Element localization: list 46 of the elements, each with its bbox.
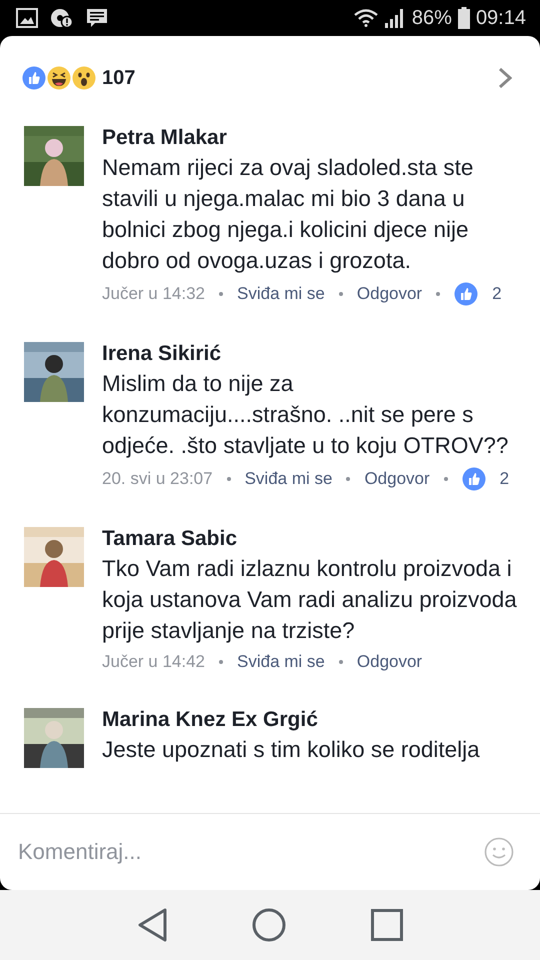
commenter-name[interactable]: Petra Mlakar (102, 124, 518, 152)
wifi-icon (354, 9, 378, 27)
comment-time: Jučer u 14:42 (102, 652, 206, 672)
separator-dot (338, 660, 343, 664)
comment-text: Jeste upoznati s tim koliko se roditelja (102, 736, 480, 764)
separator-dot (444, 477, 448, 481)
separator-dot (219, 292, 224, 296)
gallery-icon (16, 8, 38, 28)
comment-input[interactable]: Komentiraj... (0, 829, 376, 875)
commenter-name[interactable]: Tamara Sabic (102, 525, 518, 553)
message-icon (86, 8, 108, 28)
alert-icon (50, 7, 74, 29)
clock: 09:14 (476, 6, 526, 30)
home-icon[interactable] (252, 908, 286, 942)
like-icon (462, 467, 486, 491)
like-count: 2 (492, 284, 502, 304)
reply-link[interactable]: Odgovor (356, 284, 422, 304)
reply-link[interactable]: Odgovor (356, 652, 422, 672)
like-link[interactable]: Sviđa mi se (237, 284, 325, 304)
separator-dot (226, 477, 231, 481)
like-link[interactable]: Sviđa mi se (244, 469, 332, 489)
surprised-emoji-icon (72, 66, 96, 90)
chevron-right-icon[interactable] (498, 67, 512, 89)
comment-text: Mislim da to nije za konzumaciju....strašno. ..nit se pere s odjeće. .što stavljate u to koju OTROV?? (102, 370, 510, 460)
separator-dot (219, 660, 224, 664)
like-icon (454, 282, 478, 306)
separator-dot (346, 477, 350, 481)
like-count: 2 (500, 469, 510, 489)
recent-apps-icon[interactable] (370, 909, 403, 941)
comment-time: Jučer u 14:32 (102, 284, 206, 304)
like-link[interactable]: Sviđa mi se (237, 652, 325, 672)
like-reaction-icon (22, 66, 46, 90)
back-icon[interactable] (137, 908, 168, 942)
battery-icon (458, 7, 470, 29)
separator-dot (338, 292, 343, 296)
separator-dot (436, 292, 440, 296)
signal-icon (384, 8, 406, 28)
commenter-name[interactable]: Irena Sikirić (102, 340, 518, 368)
commenter-name[interactable]: Marina Knez Ex Grgić (102, 706, 480, 734)
reply-link[interactable]: Odgovor (364, 469, 430, 489)
comment-text: Tko Vam radi izlaznu kontrolu proizvoda i koja ustanova Vam radi analizu proizvoda prije stavljanje na trziste? (102, 555, 518, 645)
comment-text: Nemam rijeci za ovaj sladoled.sta ste stavili u njega.malac mi bio 3 dana u bolnici zbog njega.i kolicini djece nije dobro od ovoga.uzas i grozota. (102, 154, 474, 275)
battery-percent: 86% (412, 6, 452, 30)
comment-time: 20. svi u 23:07 (102, 469, 213, 489)
reaction-count[interactable]: 107 (102, 66, 136, 90)
laughing-emoji-icon (47, 66, 71, 90)
